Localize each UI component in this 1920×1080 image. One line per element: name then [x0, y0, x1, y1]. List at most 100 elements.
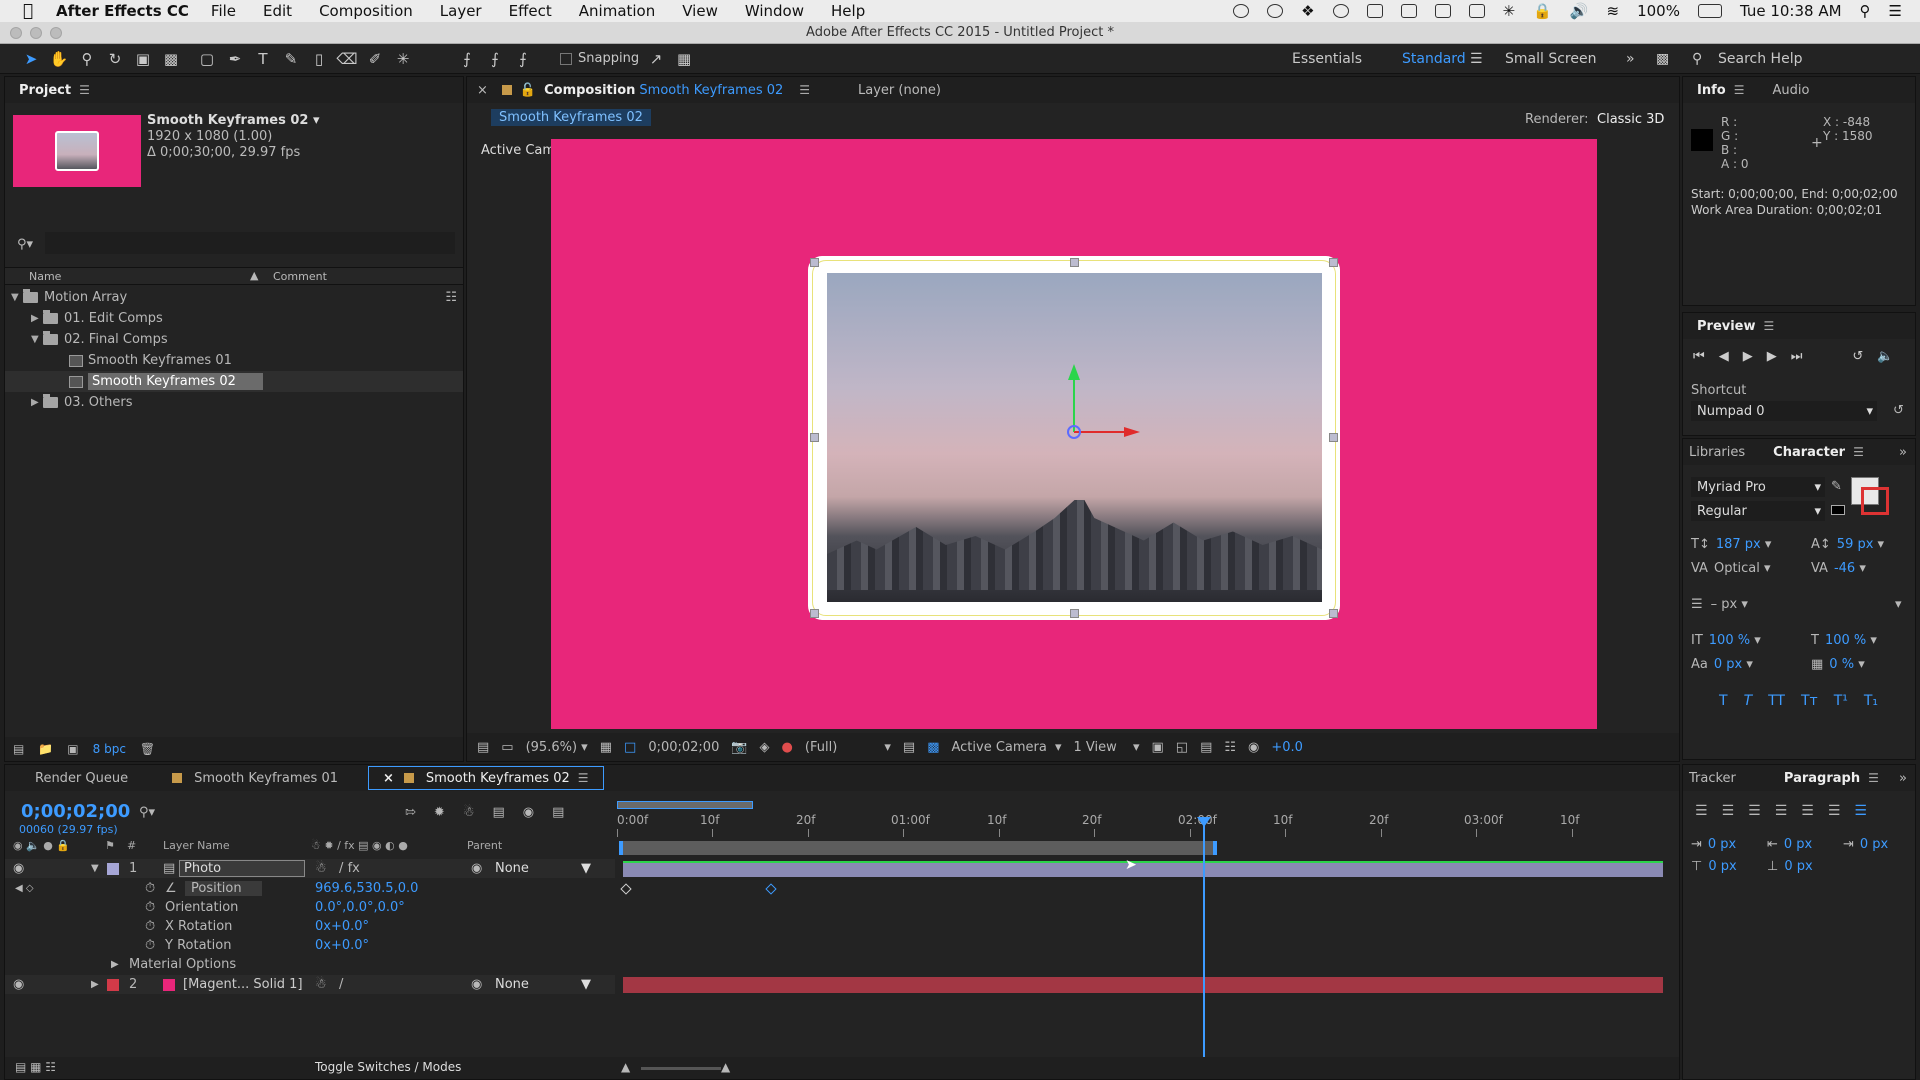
panel-menu-icon[interactable]: ☰ — [79, 83, 90, 97]
layer-2-track[interactable] — [623, 977, 1663, 993]
font-style-dropdown[interactable]: Regular ▾ — [1691, 501, 1825, 521]
camera-tool-icon[interactable]: ▣ — [132, 48, 154, 70]
project-search-icon[interactable]: ⚲▾ — [17, 237, 33, 252]
transparency-grid-icon[interactable]: ▩ — [927, 740, 939, 755]
parent-dropdown[interactable]: None ▼ — [495, 977, 591, 992]
brush-tool-icon[interactable]: ✎ — [280, 48, 302, 70]
roto-brush-tool-icon[interactable]: ✐ — [364, 48, 386, 70]
timeline-link-icon[interactable]: ▤ — [1200, 740, 1212, 755]
align-right-button[interactable]: ☰ — [1748, 803, 1761, 819]
more-panels-icon[interactable]: » — [1899, 445, 1907, 460]
workspace-essentials[interactable]: Essentials — [1292, 51, 1362, 67]
menu-animation[interactable]: Animation — [579, 2, 655, 20]
stopwatch-icon[interactable]: ⏱ — [145, 938, 155, 953]
dropbox-icon[interactable]: ❖ — [1301, 2, 1314, 20]
snap-feather-icon[interactable]: ▦ — [673, 48, 695, 70]
snapshot-icon[interactable]: 📷 — [731, 740, 747, 755]
current-time[interactable]: 0;00;02;00 — [648, 740, 719, 755]
tab-tracker[interactable]: Tracker — [1683, 765, 1750, 791]
tab-info[interactable]: Info ☰ — [1683, 77, 1758, 103]
playhead[interactable] — [1197, 817, 1211, 1077]
tree-item-edit-comps[interactable]: ▶ 01. Edit Comps — [5, 308, 463, 329]
layer-name[interactable]: [Magent... Solid 1] — [183, 977, 303, 992]
menu-effect[interactable]: Effect — [509, 2, 552, 20]
prev-frame-icon[interactable]: ◀ — [1719, 349, 1729, 364]
display-icon[interactable] — [1434, 4, 1451, 18]
hand-tool-icon[interactable]: ✋ — [48, 48, 70, 70]
stroke-color-swatch[interactable] — [1861, 487, 1889, 515]
panel-menu-icon[interactable]: ☰ — [1734, 83, 1745, 97]
spotlight-icon[interactable]: ⚲ — [1860, 2, 1871, 20]
menu-view[interactable]: View — [682, 2, 718, 20]
toggle-pixel-aspect-icon[interactable]: ▣ — [1151, 740, 1163, 755]
visibility-eye-icon[interactable]: ◉ — [13, 861, 24, 876]
fast-preview-icon[interactable]: ▤ — [903, 740, 915, 755]
stopwatch-icon[interactable]: ⏱ — [145, 881, 155, 896]
expand-triangle-icon[interactable]: ▶ — [91, 979, 99, 990]
reset-icon[interactable]: ↺ — [1893, 403, 1904, 418]
rotate-tool-icon[interactable]: ↻ — [104, 48, 126, 70]
layer-name[interactable]: Photo — [179, 860, 305, 877]
faux-italic-button[interactable]: T — [1744, 693, 1753, 709]
sync-icon[interactable] — [1332, 4, 1349, 18]
lock-icon[interactable] — [501, 85, 512, 95]
expand-triangle-icon[interactable]: ▼ — [31, 334, 43, 345]
close-tab-icon[interactable]: × — [383, 771, 394, 786]
transform-handle-bl[interactable] — [810, 609, 819, 618]
justify-right-button[interactable]: ☰ — [1828, 803, 1841, 819]
always-preview-icon[interactable]: ▤ — [477, 740, 489, 755]
property-material-options[interactable]: ▶ Material Options — [5, 955, 615, 974]
record-icon[interactable] — [1233, 4, 1250, 18]
indent-left-field[interactable]: ⇥ 0 px — [1691, 837, 1736, 852]
tab-libraries[interactable]: Libraries — [1683, 439, 1759, 465]
black-swatch[interactable] — [1831, 505, 1845, 515]
selection-tool-icon[interactable]: ➤ — [20, 48, 42, 70]
views-dropdown[interactable]: 1 View ▾ — [1073, 740, 1139, 755]
superscript-button[interactable]: T¹ — [1834, 693, 1848, 709]
menu-file[interactable]: File — [211, 2, 236, 20]
space-before-field[interactable]: ⊤ 0 px — [1691, 859, 1737, 874]
minimize-window-button[interactable] — [30, 27, 42, 39]
interpret-footage-icon[interactable]: ▤ — [13, 742, 24, 756]
tree-item-smooth-keyframes-02[interactable]: Smooth Keyframes 02 — [5, 371, 463, 392]
lock-padlock-icon[interactable]: 🔓 — [520, 83, 536, 98]
tab-character[interactable]: Character ☰ — [1759, 439, 1878, 465]
tab-smooth-keyframes-02[interactable]: × Smooth Keyframes 02 ☰ — [367, 766, 604, 790]
graph-icon[interactable]: ∠ — [165, 881, 177, 896]
footer-icons[interactable]: ▤ ▦ ☷ — [15, 1060, 56, 1074]
frame-blending-icon[interactable]: ▤ — [492, 805, 504, 820]
snap-edge-icon[interactable]: ↗ — [645, 48, 667, 70]
new-folder-icon[interactable]: 📁 — [38, 742, 53, 756]
tab-paragraph[interactable]: Paragraph ☰ — [1770, 765, 1893, 791]
time-ruler[interactable]: 0:00f 10f 20f 01:00f 10f 20f 02:00f 10f 20f 03:00… — [617, 801, 1667, 839]
subscript-button[interactable]: T₁ — [1864, 693, 1878, 709]
close-tab-icon[interactable]: × — [477, 83, 488, 98]
column-comment[interactable]: Comment — [273, 270, 327, 283]
show-snapshot-icon[interactable]: ◈ — [760, 740, 770, 755]
expand-triangle-icon[interactable]: ▶ — [31, 313, 43, 324]
justify-left-button[interactable]: ☰ — [1775, 803, 1788, 819]
lock-icon[interactable]: 🔒 — [1533, 2, 1552, 20]
view-axis-icon[interactable]: ⨍ — [512, 48, 534, 70]
3d-axis-gizmo[interactable] — [1030, 364, 1150, 464]
transform-handle-tr[interactable] — [1329, 258, 1338, 267]
wifi-icon[interactable]: ≋ — [1606, 2, 1619, 20]
tree-item-motion-array[interactable]: ▼ Motion Array ☷ — [5, 287, 463, 308]
horizontal-scale-field[interactable]: T 100 % ▾ — [1811, 633, 1877, 648]
property-orientation[interactable]: ⏱ Orientation 0.0°,0.0°,0.0° — [5, 898, 615, 917]
all-caps-button[interactable]: TT — [1768, 693, 1785, 709]
apple-menu-icon[interactable]:  — [0, 1, 56, 21]
zoom-out-icon[interactable]: ▲ — [621, 1060, 630, 1074]
tree-item-final-comps[interactable]: ▼ 02. Final Comps — [5, 329, 463, 350]
playhead-handle[interactable] — [1197, 817, 1211, 827]
expand-triangle-icon[interactable]: ▼ — [91, 863, 99, 874]
layer-label-color[interactable] — [107, 862, 119, 875]
position-keyframe-2[interactable] — [765, 883, 777, 895]
font-family-dropdown[interactable]: Myriad Pro ▾ — [1691, 477, 1825, 497]
pan-behind-tool-icon[interactable]: ▩ — [160, 48, 182, 70]
photo-layer[interactable] — [808, 256, 1340, 620]
composition-viewer[interactable] — [551, 139, 1597, 729]
bpc-toggle[interactable]: 8 bpc — [93, 742, 126, 756]
panel-menu-icon[interactable]: ☰ — [1868, 771, 1879, 785]
camera-dropdown[interactable]: Active Camera ▾ — [951, 740, 1061, 755]
